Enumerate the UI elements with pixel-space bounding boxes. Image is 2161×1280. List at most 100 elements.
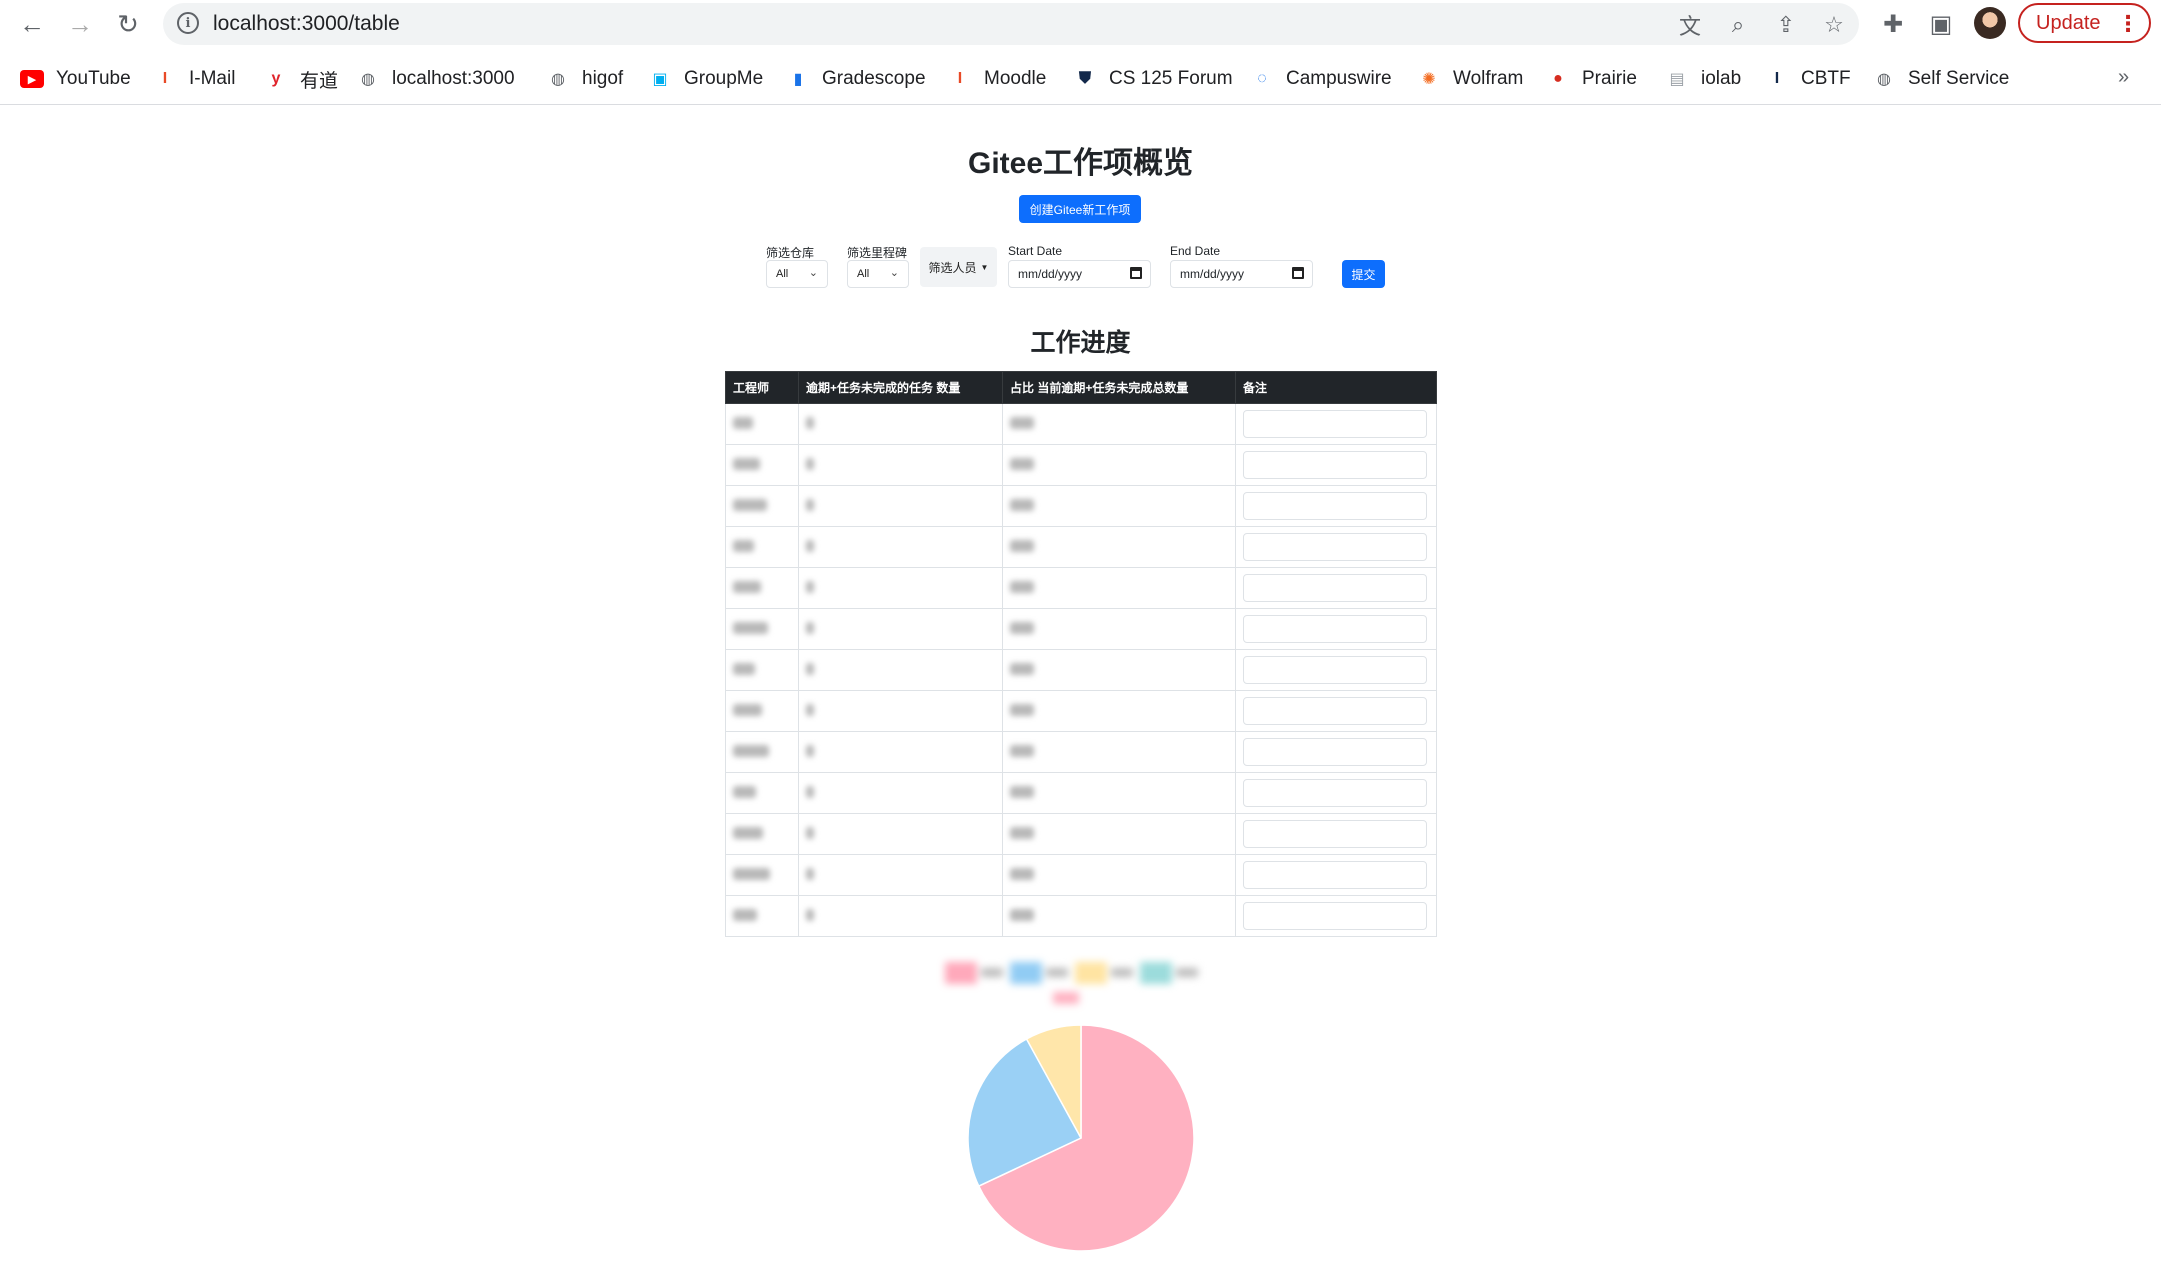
url-text[interactable]: localhost:3000/table: [213, 12, 400, 36]
engineer-cell: [725, 444, 799, 486]
gradescope-icon: ▮: [793, 71, 803, 88]
bookmark-item[interactable]: ◍ higof: [546, 59, 623, 99]
bookmark-item[interactable]: ⛊ CS 125 Forum: [1073, 59, 1233, 99]
bookmark-star-icon[interactable]: ☆: [1821, 12, 1847, 38]
redacted-text: [1010, 867, 1034, 880]
back-icon[interactable]: ←: [16, 8, 48, 40]
notes-input[interactable]: [1243, 410, 1427, 438]
bookmark-item[interactable]: I CBTF: [1765, 59, 1851, 99]
bookmark-item[interactable]: ▮ Gradescope: [786, 59, 926, 99]
bookmark-item[interactable]: ◍ Self Service: [1872, 59, 2009, 99]
end-date-input[interactable]: mm/dd/yyyy: [1170, 260, 1313, 288]
menu-dots-icon[interactable]: ⋮: [2117, 11, 2139, 37]
legend-swatch[interactable]: [1075, 962, 1107, 984]
bookmark-item[interactable]: ● Prairie: [1546, 59, 1637, 99]
repo-select[interactable]: All ⌄: [766, 260, 828, 288]
overdue-ratio-cell: [1002, 690, 1236, 732]
bookmark-item[interactable]: ▣ GroupMe: [648, 59, 763, 99]
translate-icon[interactable]: 文: [1677, 12, 1703, 39]
bookmark-item[interactable]: I Moodle: [948, 59, 1047, 99]
legend-swatch[interactable]: [1140, 962, 1172, 984]
engineer-cell: [725, 403, 799, 445]
bookmark-item[interactable]: ▤ iolab: [1665, 59, 1741, 99]
notes-input[interactable]: [1243, 697, 1427, 725]
person-filter-dropdown[interactable]: 筛选人员 ▼: [920, 247, 997, 287]
notes-input[interactable]: [1243, 861, 1427, 889]
redacted-text: [1010, 498, 1034, 511]
notes-input[interactable]: [1243, 451, 1427, 479]
legend-label: [1176, 968, 1198, 977]
overdue-ratio-cell: [1002, 485, 1236, 527]
bookmark-label: Gradescope: [822, 68, 926, 89]
notes-cell: [1235, 813, 1437, 855]
bookmark-item[interactable]: I I-Mail: [153, 59, 236, 99]
bookmark-label: Campuswire: [1286, 68, 1392, 89]
side-panel-icon[interactable]: ▣: [1926, 9, 1956, 39]
header-overdue-ratio: 占比 当前逾期+任务未完成总数量: [1002, 371, 1236, 404]
notes-input[interactable]: [1243, 738, 1427, 766]
overdue-ratio-cell: [1002, 854, 1236, 896]
redacted-text: [806, 498, 814, 511]
redacted-text: [1010, 703, 1034, 716]
globe-icon: ◍: [1877, 71, 1891, 88]
notes-input[interactable]: [1243, 902, 1427, 930]
notes-cell: [1235, 649, 1437, 691]
reload-icon[interactable]: ↻: [112, 8, 144, 40]
notes-input[interactable]: [1243, 656, 1427, 684]
forward-icon[interactable]: →: [64, 8, 96, 40]
legend-swatch[interactable]: [1010, 962, 1042, 984]
overdue-ratio-cell: [1002, 444, 1236, 486]
avatar[interactable]: [1974, 7, 2006, 39]
notes-input[interactable]: [1243, 820, 1427, 848]
legend-swatch[interactable]: [1053, 992, 1079, 1004]
shield-icon: ⛊: [1078, 70, 1091, 87]
bookmark-label: Self Service: [1908, 68, 2010, 89]
bookmark-item[interactable]: ◍ localhost:3000: [356, 59, 515, 99]
bookmark-item[interactable]: ◌ Campuswire: [1250, 59, 1392, 99]
notes-input[interactable]: [1243, 779, 1427, 807]
header-engineer: 工程师: [725, 371, 799, 404]
address-bar[interactable]: i localhost:3000/table 文 ⌕ ⇪ ☆: [163, 3, 1859, 45]
calendar-icon[interactable]: [1130, 267, 1142, 279]
notes-input[interactable]: [1243, 574, 1427, 602]
bookmark-item[interactable]: ✺ Wolfram: [1417, 59, 1523, 99]
milestone-select[interactable]: All ⌄: [847, 260, 909, 288]
notes-input[interactable]: [1243, 492, 1427, 520]
legend-swatch[interactable]: [945, 962, 977, 984]
redacted-text: [733, 826, 763, 839]
redacted-text: [806, 744, 814, 757]
table-row: [725, 444, 1437, 486]
redacted-text: [733, 580, 761, 593]
overdue-count-cell: [798, 444, 1003, 486]
create-work-item-button[interactable]: 创建Gitee新工作项: [1019, 195, 1141, 223]
redacted-text: [806, 785, 814, 798]
bookmarks-overflow-icon[interactable]: »: [2118, 66, 2129, 89]
zoom-icon[interactable]: ⌕: [1725, 12, 1751, 38]
overdue-ratio-cell: [1002, 649, 1236, 691]
submit-button[interactable]: 提交: [1342, 260, 1385, 288]
redacted-text: [806, 457, 814, 470]
bookmark-label: CS 125 Forum: [1109, 68, 1233, 89]
extensions-icon[interactable]: ✚: [1878, 9, 1908, 39]
notes-input[interactable]: [1243, 533, 1427, 561]
bookmark-item[interactable]: ▶ YouTube: [20, 59, 131, 99]
redacted-text: [806, 621, 814, 634]
bookmark-label: Wolfram: [1453, 68, 1524, 89]
redacted-text: [806, 867, 814, 880]
start-date-input[interactable]: mm/dd/yyyy: [1008, 260, 1151, 288]
overdue-count-cell: [798, 854, 1003, 896]
redacted-text: [1010, 457, 1034, 470]
redacted-text: [733, 867, 770, 880]
redacted-text: [733, 785, 756, 798]
share-icon[interactable]: ⇪: [1773, 12, 1799, 38]
calendar-icon[interactable]: [1292, 267, 1304, 279]
notes-cell: [1235, 444, 1437, 486]
groupme-icon: ▣: [652, 71, 668, 88]
notes-input[interactable]: [1243, 615, 1427, 643]
redacted-text: [1010, 539, 1034, 552]
site-info-icon[interactable]: i: [177, 12, 199, 34]
bookmark-item[interactable]: y 有道: [264, 59, 338, 99]
update-button[interactable]: Update ⋮: [2018, 3, 2151, 43]
legend-label: [981, 968, 1003, 977]
overdue-count-cell: [798, 772, 1003, 814]
